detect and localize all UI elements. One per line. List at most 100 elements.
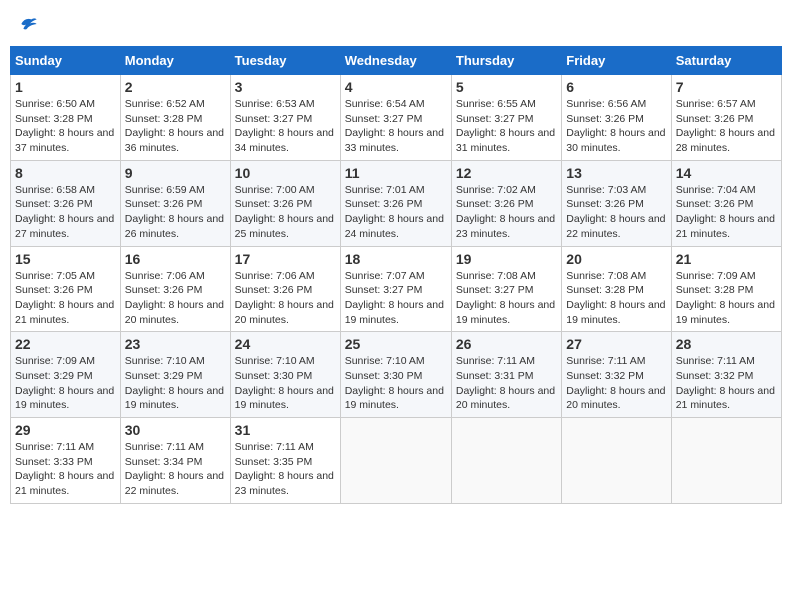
day-info: Sunrise: 7:10 AM Sunset: 3:29 PM Dayligh… xyxy=(125,354,226,413)
calendar-cell: 1 Sunrise: 6:50 AM Sunset: 3:28 PM Dayli… xyxy=(11,75,121,161)
calendar-cell: 12 Sunrise: 7:02 AM Sunset: 3:26 PM Dayl… xyxy=(451,160,561,246)
calendar-cell: 6 Sunrise: 6:56 AM Sunset: 3:26 PM Dayli… xyxy=(562,75,671,161)
day-number: 24 xyxy=(235,336,336,352)
day-number: 8 xyxy=(15,165,116,181)
day-info: Sunrise: 7:10 AM Sunset: 3:30 PM Dayligh… xyxy=(235,354,336,413)
day-number: 1 xyxy=(15,79,116,95)
calendar-week-row: 1 Sunrise: 6:50 AM Sunset: 3:28 PM Dayli… xyxy=(11,75,782,161)
calendar-cell: 18 Sunrise: 7:07 AM Sunset: 3:27 PM Dayl… xyxy=(340,246,451,332)
day-info: Sunrise: 7:08 AM Sunset: 3:27 PM Dayligh… xyxy=(456,269,557,328)
day-info: Sunrise: 7:06 AM Sunset: 3:26 PM Dayligh… xyxy=(235,269,336,328)
day-info: Sunrise: 7:09 AM Sunset: 3:28 PM Dayligh… xyxy=(676,269,777,328)
calendar-table: SundayMondayTuesdayWednesdayThursdayFrid… xyxy=(10,46,782,504)
calendar-week-row: 8 Sunrise: 6:58 AM Sunset: 3:26 PM Dayli… xyxy=(11,160,782,246)
weekday-header: Saturday xyxy=(671,47,781,75)
calendar-cell: 29 Sunrise: 7:11 AM Sunset: 3:33 PM Dayl… xyxy=(11,418,121,504)
day-info: Sunrise: 6:50 AM Sunset: 3:28 PM Dayligh… xyxy=(15,97,116,156)
calendar-cell: 24 Sunrise: 7:10 AM Sunset: 3:30 PM Dayl… xyxy=(230,332,340,418)
day-number: 11 xyxy=(345,165,447,181)
day-info: Sunrise: 7:02 AM Sunset: 3:26 PM Dayligh… xyxy=(456,183,557,242)
calendar-cell: 27 Sunrise: 7:11 AM Sunset: 3:32 PM Dayl… xyxy=(562,332,671,418)
day-info: Sunrise: 7:11 AM Sunset: 3:33 PM Dayligh… xyxy=(15,440,116,499)
day-number: 10 xyxy=(235,165,336,181)
day-info: Sunrise: 7:10 AM Sunset: 3:30 PM Dayligh… xyxy=(345,354,447,413)
day-number: 27 xyxy=(566,336,666,352)
day-number: 19 xyxy=(456,251,557,267)
day-info: Sunrise: 7:11 AM Sunset: 3:31 PM Dayligh… xyxy=(456,354,557,413)
logo xyxy=(16,14,38,34)
day-info: Sunrise: 6:54 AM Sunset: 3:27 PM Dayligh… xyxy=(345,97,447,156)
day-info: Sunrise: 6:53 AM Sunset: 3:27 PM Dayligh… xyxy=(235,97,336,156)
day-info: Sunrise: 7:04 AM Sunset: 3:26 PM Dayligh… xyxy=(676,183,777,242)
day-number: 21 xyxy=(676,251,777,267)
calendar-cell: 13 Sunrise: 7:03 AM Sunset: 3:26 PM Dayl… xyxy=(562,160,671,246)
calendar-cell: 2 Sunrise: 6:52 AM Sunset: 3:28 PM Dayli… xyxy=(120,75,230,161)
day-number: 15 xyxy=(15,251,116,267)
day-number: 22 xyxy=(15,336,116,352)
calendar-cell: 25 Sunrise: 7:10 AM Sunset: 3:30 PM Dayl… xyxy=(340,332,451,418)
day-info: Sunrise: 7:11 AM Sunset: 3:35 PM Dayligh… xyxy=(235,440,336,499)
weekday-header: Thursday xyxy=(451,47,561,75)
day-info: Sunrise: 6:57 AM Sunset: 3:26 PM Dayligh… xyxy=(676,97,777,156)
calendar-cell: 28 Sunrise: 7:11 AM Sunset: 3:32 PM Dayl… xyxy=(671,332,781,418)
day-number: 26 xyxy=(456,336,557,352)
day-info: Sunrise: 6:55 AM Sunset: 3:27 PM Dayligh… xyxy=(456,97,557,156)
day-info: Sunrise: 7:00 AM Sunset: 3:26 PM Dayligh… xyxy=(235,183,336,242)
day-number: 28 xyxy=(676,336,777,352)
calendar-cell xyxy=(562,418,671,504)
calendar-cell: 15 Sunrise: 7:05 AM Sunset: 3:26 PM Dayl… xyxy=(11,246,121,332)
day-info: Sunrise: 7:11 AM Sunset: 3:32 PM Dayligh… xyxy=(676,354,777,413)
day-info: Sunrise: 6:56 AM Sunset: 3:26 PM Dayligh… xyxy=(566,97,666,156)
calendar-cell: 3 Sunrise: 6:53 AM Sunset: 3:27 PM Dayli… xyxy=(230,75,340,161)
day-number: 29 xyxy=(15,422,116,438)
day-info: Sunrise: 7:08 AM Sunset: 3:28 PM Dayligh… xyxy=(566,269,666,328)
day-info: Sunrise: 7:06 AM Sunset: 3:26 PM Dayligh… xyxy=(125,269,226,328)
weekday-header: Monday xyxy=(120,47,230,75)
day-number: 3 xyxy=(235,79,336,95)
calendar-cell: 16 Sunrise: 7:06 AM Sunset: 3:26 PM Dayl… xyxy=(120,246,230,332)
calendar-week-row: 29 Sunrise: 7:11 AM Sunset: 3:33 PM Dayl… xyxy=(11,418,782,504)
calendar-cell: 23 Sunrise: 7:10 AM Sunset: 3:29 PM Dayl… xyxy=(120,332,230,418)
calendar-cell: 22 Sunrise: 7:09 AM Sunset: 3:29 PM Dayl… xyxy=(11,332,121,418)
day-info: Sunrise: 6:59 AM Sunset: 3:26 PM Dayligh… xyxy=(125,183,226,242)
calendar-cell: 14 Sunrise: 7:04 AM Sunset: 3:26 PM Dayl… xyxy=(671,160,781,246)
day-info: Sunrise: 7:07 AM Sunset: 3:27 PM Dayligh… xyxy=(345,269,447,328)
day-number: 2 xyxy=(125,79,226,95)
calendar-header-row: SundayMondayTuesdayWednesdayThursdayFrid… xyxy=(11,47,782,75)
day-info: Sunrise: 7:11 AM Sunset: 3:34 PM Dayligh… xyxy=(125,440,226,499)
calendar-cell: 17 Sunrise: 7:06 AM Sunset: 3:26 PM Dayl… xyxy=(230,246,340,332)
calendar-cell xyxy=(671,418,781,504)
day-number: 31 xyxy=(235,422,336,438)
day-number: 16 xyxy=(125,251,226,267)
day-number: 30 xyxy=(125,422,226,438)
calendar-cell: 8 Sunrise: 6:58 AM Sunset: 3:26 PM Dayli… xyxy=(11,160,121,246)
day-number: 9 xyxy=(125,165,226,181)
day-number: 14 xyxy=(676,165,777,181)
calendar-cell: 30 Sunrise: 7:11 AM Sunset: 3:34 PM Dayl… xyxy=(120,418,230,504)
day-info: Sunrise: 7:11 AM Sunset: 3:32 PM Dayligh… xyxy=(566,354,666,413)
calendar-cell: 11 Sunrise: 7:01 AM Sunset: 3:26 PM Dayl… xyxy=(340,160,451,246)
day-number: 7 xyxy=(676,79,777,95)
day-info: Sunrise: 7:09 AM Sunset: 3:29 PM Dayligh… xyxy=(15,354,116,413)
day-number: 23 xyxy=(125,336,226,352)
day-number: 5 xyxy=(456,79,557,95)
calendar-cell: 19 Sunrise: 7:08 AM Sunset: 3:27 PM Dayl… xyxy=(451,246,561,332)
calendar-week-row: 22 Sunrise: 7:09 AM Sunset: 3:29 PM Dayl… xyxy=(11,332,782,418)
logo-bird-icon xyxy=(18,14,38,34)
calendar-cell: 20 Sunrise: 7:08 AM Sunset: 3:28 PM Dayl… xyxy=(562,246,671,332)
day-number: 6 xyxy=(566,79,666,95)
weekday-header: Friday xyxy=(562,47,671,75)
day-info: Sunrise: 7:03 AM Sunset: 3:26 PM Dayligh… xyxy=(566,183,666,242)
weekday-header: Tuesday xyxy=(230,47,340,75)
calendar-cell: 9 Sunrise: 6:59 AM Sunset: 3:26 PM Dayli… xyxy=(120,160,230,246)
day-number: 4 xyxy=(345,79,447,95)
day-number: 20 xyxy=(566,251,666,267)
calendar-cell: 26 Sunrise: 7:11 AM Sunset: 3:31 PM Dayl… xyxy=(451,332,561,418)
day-info: Sunrise: 7:05 AM Sunset: 3:26 PM Dayligh… xyxy=(15,269,116,328)
day-number: 17 xyxy=(235,251,336,267)
day-number: 13 xyxy=(566,165,666,181)
calendar-cell xyxy=(340,418,451,504)
day-number: 25 xyxy=(345,336,447,352)
calendar-cell: 21 Sunrise: 7:09 AM Sunset: 3:28 PM Dayl… xyxy=(671,246,781,332)
calendar-cell: 4 Sunrise: 6:54 AM Sunset: 3:27 PM Dayli… xyxy=(340,75,451,161)
